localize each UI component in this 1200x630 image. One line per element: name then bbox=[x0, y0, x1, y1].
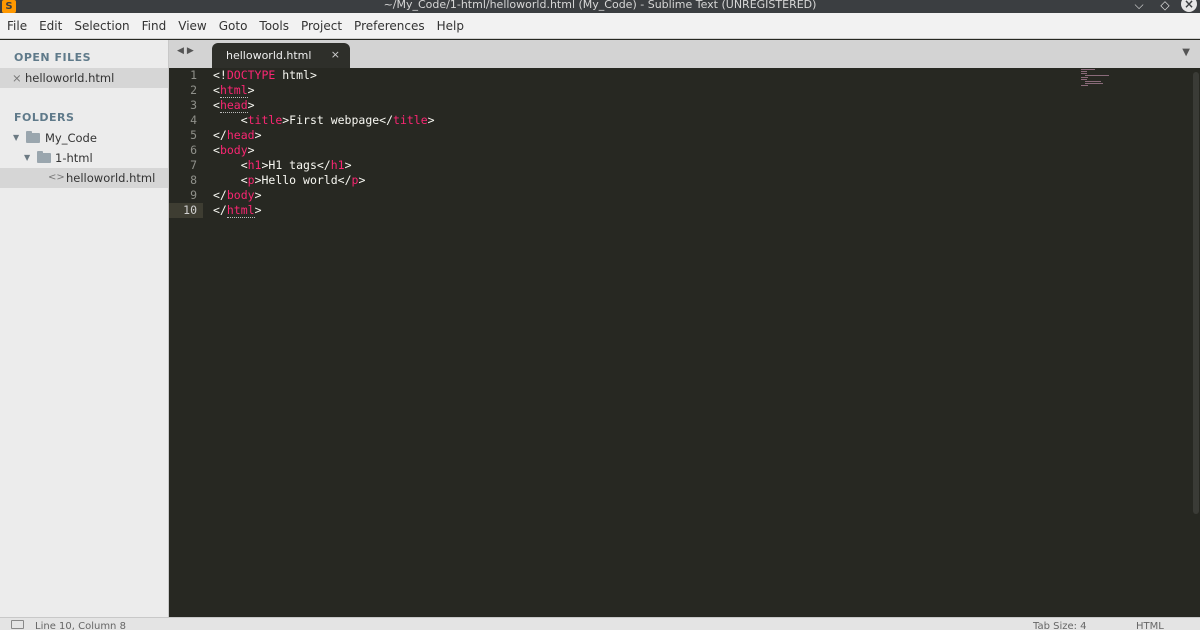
file-label: helloworld.html bbox=[66, 171, 156, 185]
line-number-gutter: 1 2 3 4 5 6 7 8 9 10 bbox=[169, 68, 203, 218]
folder-icon bbox=[37, 151, 51, 163]
menu-file[interactable]: File bbox=[1, 13, 33, 39]
code-line[interactable]: <!DOCTYPE html> bbox=[213, 68, 435, 83]
code-line[interactable]: <title>First webpage</title> bbox=[213, 113, 435, 128]
line-number: 3 bbox=[190, 98, 197, 112]
line-number: 6 bbox=[190, 143, 197, 157]
chevron-down-icon[interactable]: ▼ bbox=[13, 128, 19, 148]
code-line[interactable]: <p>Hello world</p> bbox=[213, 173, 435, 188]
tab-label: helloworld.html bbox=[226, 49, 312, 62]
open-file-item[interactable]: × helloworld.html bbox=[0, 68, 168, 88]
maximize-icon[interactable]: ◇ bbox=[1156, 0, 1174, 13]
menu-find[interactable]: Find bbox=[136, 13, 173, 39]
menu-goto[interactable]: Goto bbox=[213, 13, 254, 39]
line-number-active: 10 bbox=[169, 203, 203, 218]
code-line[interactable]: </html> bbox=[213, 203, 435, 218]
menu-tools[interactable]: Tools bbox=[253, 13, 295, 39]
folder-icon bbox=[26, 131, 40, 143]
menu-help[interactable]: Help bbox=[431, 13, 470, 39]
folder-item-1-html[interactable]: ▼ 1-html bbox=[0, 148, 168, 168]
code-line[interactable]: </head> bbox=[213, 128, 435, 143]
open-file-label: helloworld.html bbox=[25, 71, 115, 85]
syntax-selector[interactable]: HTML bbox=[1136, 621, 1164, 630]
cursor-position: Line 10, Column 8 bbox=[35, 621, 126, 630]
title-bar: S ~/My_Code/1-html/helloworld.html (My_C… bbox=[0, 0, 1200, 13]
line-number: 2 bbox=[190, 83, 197, 97]
menu-selection[interactable]: Selection bbox=[68, 13, 135, 39]
menu-edit[interactable]: Edit bbox=[33, 13, 68, 39]
chevron-down-icon[interactable]: ▼ bbox=[24, 148, 30, 168]
line-number: 7 bbox=[190, 158, 197, 172]
tab-close-icon[interactable]: × bbox=[331, 48, 340, 61]
line-number: 8 bbox=[190, 173, 197, 187]
line-number: 5 bbox=[190, 128, 197, 142]
line-number: 1 bbox=[190, 68, 197, 82]
vertical-scrollbar[interactable] bbox=[1193, 72, 1199, 514]
menu-preferences[interactable]: Preferences bbox=[348, 13, 431, 39]
menu-bar: File Edit Selection Find View Goto Tools… bbox=[0, 13, 1200, 39]
code-line[interactable]: <html> bbox=[213, 83, 435, 98]
code-line[interactable]: <body> bbox=[213, 143, 435, 158]
open-files-heading: OPEN FILES bbox=[14, 51, 92, 64]
status-bar: Line 10, Column 8 Tab Size: 4 HTML bbox=[0, 617, 1200, 630]
close-file-icon[interactable]: × bbox=[12, 68, 22, 88]
tab-dropdown-icon[interactable]: ▼ bbox=[1182, 47, 1190, 58]
minimize-icon[interactable]: ⌵ bbox=[1130, 0, 1148, 13]
menu-view[interactable]: View bbox=[172, 13, 212, 39]
menu-project[interactable]: Project bbox=[295, 13, 348, 39]
tab-nav-arrows-icon[interactable]: ◀▶ bbox=[177, 46, 197, 56]
panel-toggle-icon[interactable] bbox=[11, 620, 24, 629]
file-item-helloworld[interactable]: <> helloworld.html bbox=[0, 168, 168, 188]
minimap[interactable] bbox=[1081, 68, 1121, 88]
code-editor[interactable]: 1 2 3 4 5 6 7 8 9 10 <!DOCTYPE html> <htm… bbox=[169, 68, 1200, 617]
folders-heading: FOLDERS bbox=[14, 111, 75, 124]
code-line[interactable]: </body> bbox=[213, 188, 435, 203]
line-number: 9 bbox=[190, 188, 197, 202]
window-title: ~/My_Code/1-html/helloworld.html (My_Cod… bbox=[383, 0, 817, 11]
code-line[interactable]: <h1>H1 tags</h1> bbox=[213, 158, 435, 173]
tab-helloworld[interactable]: helloworld.html × bbox=[212, 43, 350, 68]
tab-bar: ◀▶ helloworld.html × ▼ bbox=[169, 40, 1200, 68]
tab-size-selector[interactable]: Tab Size: 4 bbox=[1033, 621, 1087, 630]
code-line[interactable]: <head> bbox=[213, 98, 435, 113]
code-lines[interactable]: <!DOCTYPE html> <html> <head> <title>First… bbox=[213, 68, 435, 218]
folder-item-my-code[interactable]: ▼ My_Code bbox=[0, 128, 168, 148]
line-number: 4 bbox=[190, 113, 197, 127]
code-file-icon: <> bbox=[48, 172, 65, 183]
folder-label: 1-html bbox=[55, 151, 93, 165]
sidebar: OPEN FILES × helloworld.html FOLDERS ▼ M… bbox=[0, 40, 169, 617]
folder-label: My_Code bbox=[45, 131, 97, 145]
